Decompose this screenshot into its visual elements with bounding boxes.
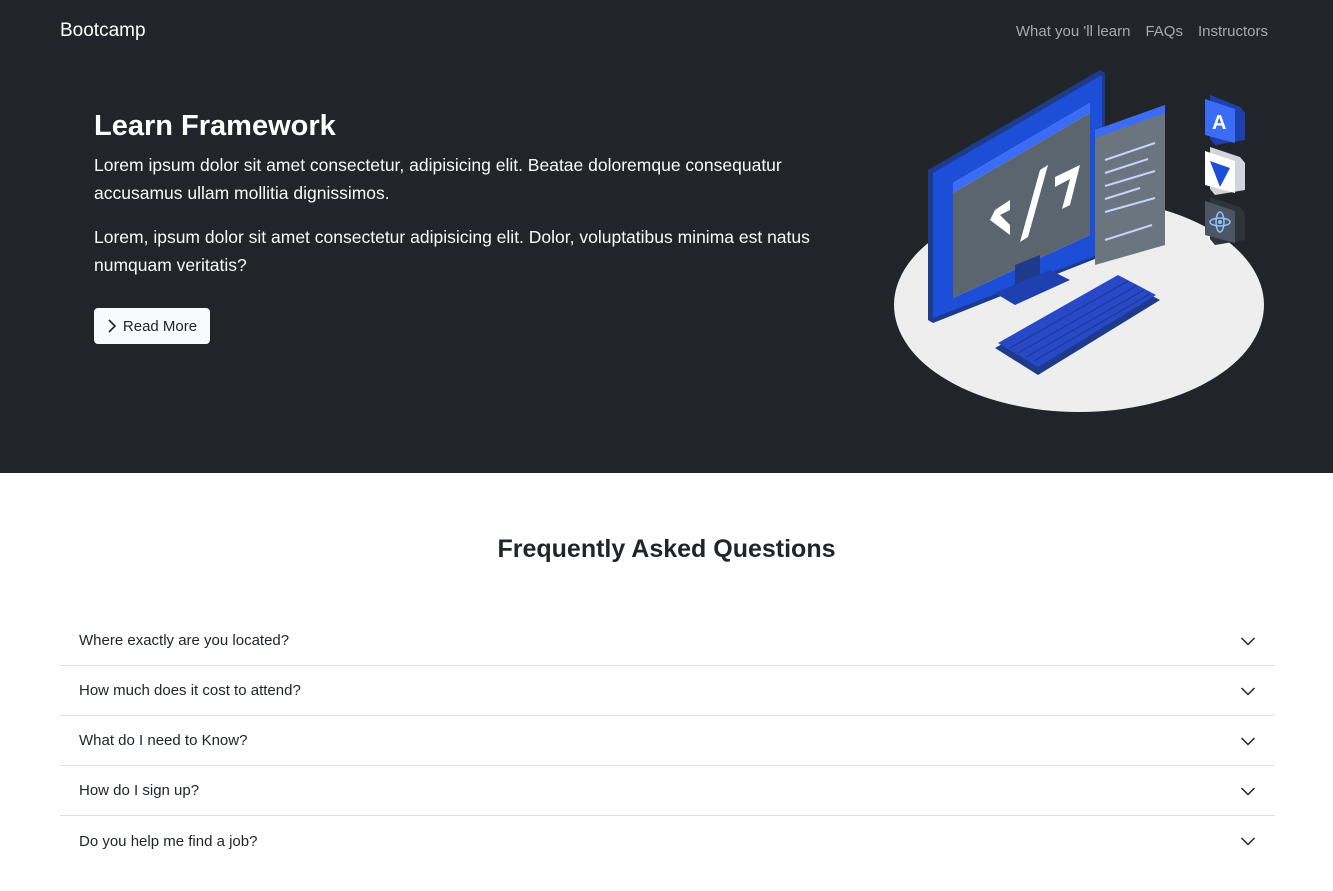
hero-title: Learn Framework: [94, 110, 336, 142]
nav-link-what-you-learn[interactable]: What you 'll learn: [1016, 23, 1131, 40]
faq-item[interactable]: What do I need to Know?: [60, 716, 1275, 766]
hero-paragraph-1: Lorem ipsum dolor sit amet consectetur, …: [94, 155, 782, 203]
faq-question: Do you help me find a job?: [79, 832, 258, 850]
chevron-down-icon[interactable]: [1240, 683, 1256, 699]
hero-paragraph-2: Lorem, ipsum dolor sit amet consectetur …: [94, 227, 810, 275]
read-more-button[interactable]: Read More: [94, 308, 210, 344]
faq-question: Where exactly are you located?: [79, 632, 290, 649]
svg-text:A: A: [1212, 112, 1226, 134]
chevron-down-icon[interactable]: [1240, 733, 1256, 749]
read-more-label: Read More: [122, 317, 198, 335]
faq-item[interactable]: How do I sign up?: [60, 766, 1275, 816]
faq-question: How much does it cost to attend?: [79, 682, 301, 699]
nav-link-instructors[interactable]: Instructors: [1198, 23, 1268, 40]
faq-item[interactable]: Where exactly are you located?: [60, 616, 1275, 666]
navbar-brand[interactable]: Bootcamp: [60, 20, 146, 42]
faq-title: Frequently Asked Questions: [497, 535, 836, 563]
chevron-down-icon[interactable]: [1240, 833, 1256, 849]
computer-code-illustration: A: [894, 70, 1264, 412]
hero-section: Bootcamp What you 'll learn FAQs Instruc…: [0, 0, 1333, 473]
faq-question: How do I sign up?: [79, 782, 200, 799]
chevron-down-icon[interactable]: [1240, 633, 1256, 649]
faq-item[interactable]: How much does it cost to attend?: [60, 666, 1275, 716]
faq-question: What do I need to Know?: [79, 732, 248, 749]
chevron-right-icon: [108, 319, 117, 333]
faq-accordion: Where exactly are you located? How much …: [60, 616, 1275, 866]
faq-item[interactable]: Do you help me find a job?: [60, 816, 1275, 866]
navbar-links: What you 'll learn FAQs Instructors: [1016, 23, 1268, 40]
nav-link-faqs[interactable]: FAQs: [1145, 23, 1183, 40]
chevron-down-icon[interactable]: [1240, 783, 1256, 799]
